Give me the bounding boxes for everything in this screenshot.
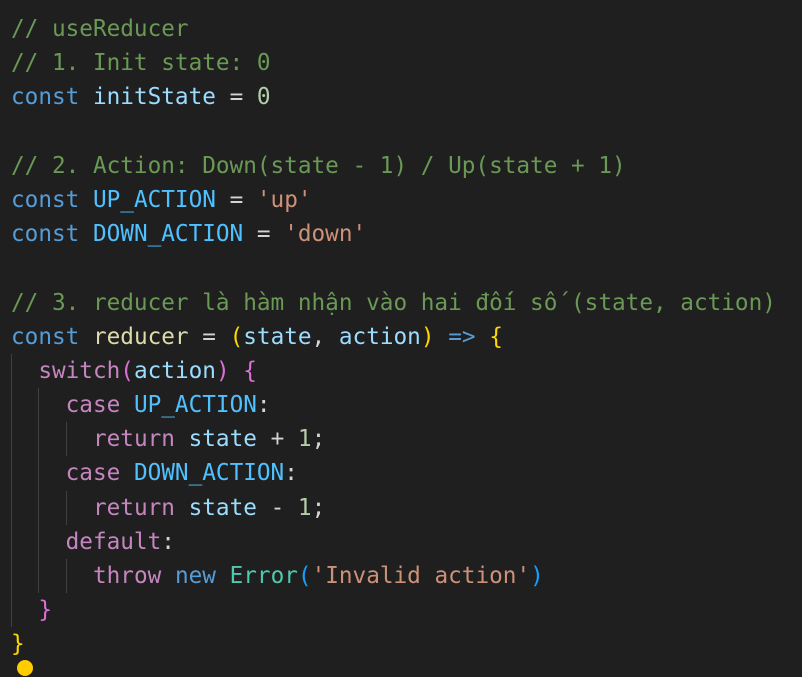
function-name-token: reducer [92,323,189,350]
code-line-4-empty [0,115,802,149]
indent-guide [38,559,39,594]
operator-token: = [215,186,257,213]
bracket-token: ( [120,357,134,384]
code-line-9: // 3. reducer là hàm nhận vào hai đối số… [0,286,802,320]
operator-token: + [256,426,298,453]
code-line-11: switch(action) { [0,353,802,389]
indent-guide [66,422,67,457]
constant-token: DOWN_ACTION [92,221,244,248]
bracket-token: { [489,323,503,350]
code-line-12: case UP_ACTION: [0,388,802,423]
indent-guide [11,388,12,423]
constant-token: UP_ACTION [133,392,257,419]
keyword-token: switch [38,357,121,384]
indent-guide [11,422,12,457]
string-token: 'up' [256,186,312,213]
code-line-13: return state + 1; [0,422,802,457]
keyword-token: const [11,323,80,350]
bracket-token: ) [420,323,435,350]
punctuation-token: , [311,323,339,350]
indent-guide [66,559,67,594]
indent-guide [38,388,39,423]
code-line-14: case DOWN_ACTION: [0,456,802,491]
code-line-1: // useReducer [0,12,802,46]
number-token: 1 [297,494,312,521]
bracket-token: } [38,597,52,624]
code-line-10: const reducer = (state, action) => { [0,320,802,354]
bracket-token: } [11,631,25,658]
keyword-token: new [174,563,216,589]
punctuation-token: ; [311,494,326,521]
code-line-8-empty [0,251,802,285]
code-line-3: const initState = 0 [0,80,802,114]
code-line-7: const DOWN_ACTION = 'down' [0,217,802,251]
indent-guide [38,490,39,525]
punctuation-token: : [284,460,298,487]
indent-guide [11,524,12,559]
keyword-token: return [92,426,175,453]
punctuation-token: ; [311,426,326,453]
string-token: 'down' [284,221,367,248]
bracket-token: ) [530,563,544,589]
code-line-5: // 2. Action: Down(state - 1) / Up(state… [0,149,802,183]
punctuation-token: : [256,392,271,419]
keyword-token: default [65,528,162,555]
indent-guide [11,456,12,491]
keyword-token: const [11,221,80,248]
arrow-token: => [448,323,476,350]
comment-text: // 3. reducer là hàm nhận vào hai đối số… [11,289,776,316]
bracket-token: ) [215,357,230,384]
keyword-token: throw [92,563,162,589]
bracket-token: ( [229,323,244,350]
keyword-token: case [65,392,121,419]
keyword-token: case [65,460,121,487]
identifier-token: initState [92,84,216,111]
identifier-token: state [188,494,257,521]
code-line-17: throw new Error('Invalid action') [0,559,802,594]
identifier-token: state [188,426,257,453]
indent-guide [38,422,39,457]
parameter-token: state [243,323,312,350]
code-line-16: default: [0,524,802,559]
code-line-18: } [0,593,802,628]
string-token: 'Invalid action' [311,563,531,589]
code-editor[interactable]: // useReducer // 1. Init state: 0 const … [0,0,802,677]
indent-guide [11,559,12,594]
code-line-19: } [0,627,802,661]
indent-guide [66,490,67,525]
indent-guide [11,593,12,628]
parameter-token: action [338,323,421,350]
number-token: 1 [297,426,312,453]
bracket-token: ( [297,563,312,589]
punctuation-token: : [161,528,175,555]
indent-guide [38,524,39,559]
operator-token: = [243,221,285,248]
keyword-token: const [11,84,80,111]
identifier-token: action [133,357,216,384]
class-name-token: Error [229,563,298,589]
lightbulb-icon[interactable] [17,660,33,676]
constant-token: UP_ACTION [92,186,216,213]
keyword-token: const [11,186,80,213]
operator-token: = [188,323,230,350]
indent-guide [38,456,39,491]
indent-guide [11,490,12,525]
constant-token: DOWN_ACTION [133,460,285,487]
comment-text: // useReducer [11,16,189,42]
comment-text: // 1. Init state: 0 [11,50,271,77]
code-line-6: const UP_ACTION = 'up' [0,183,802,217]
code-line-2: // 1. Init state: 0 [0,46,802,80]
indent-guide [11,353,12,389]
code-line-15: return state - 1; [0,490,802,525]
comment-text: // 2. Action: Down(state - 1) / Up(state… [11,152,626,179]
operator-token: = [215,84,257,111]
number-token: 0 [256,84,271,111]
bracket-token: { [243,357,257,384]
keyword-token: return [92,494,175,521]
operator-token: - [256,494,298,521]
